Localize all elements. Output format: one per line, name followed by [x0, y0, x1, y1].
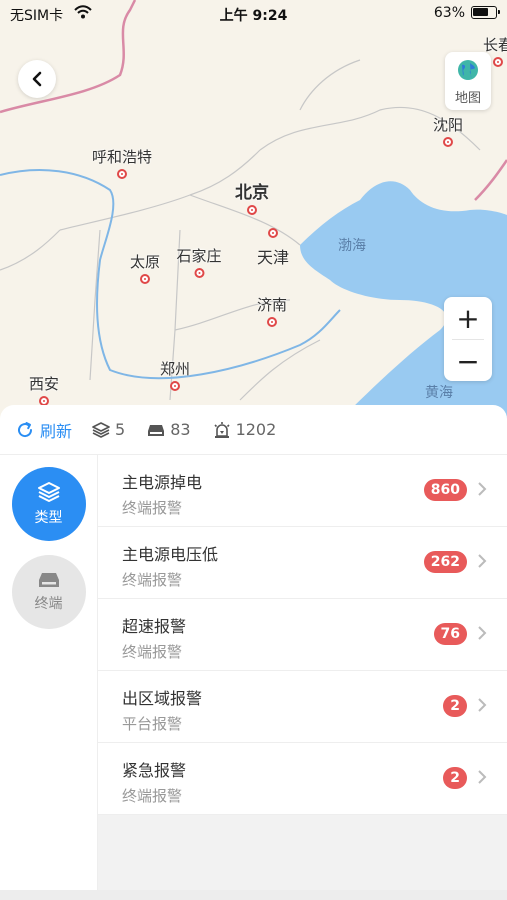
sea-label: 黄海	[425, 385, 453, 401]
city-name: 沈阳	[432, 116, 464, 134]
city-dot-icon	[193, 268, 204, 278]
city-name: 石家庄	[176, 247, 222, 265]
globe-icon	[458, 60, 478, 80]
clock: 上午 9:24	[219, 8, 288, 24]
zoom-in-button[interactable]: +	[444, 297, 492, 339]
count-badge: 2	[443, 767, 467, 789]
city-marker[interactable]: 济南	[257, 294, 287, 327]
chevron-right-icon	[478, 626, 487, 640]
tab-type-label: 类型	[34, 510, 63, 526]
city-marker[interactable]: 西安	[29, 373, 59, 406]
back-button[interactable]	[18, 60, 56, 98]
battery-percent: 63%	[433, 5, 465, 21]
layers-stat: 5	[92, 420, 125, 439]
city-name: 太原	[129, 253, 161, 271]
count-badge: 860	[423, 479, 467, 501]
city-dot-icon	[442, 137, 453, 147]
tab-terminal-label: 终端	[34, 596, 63, 612]
terminal-icon	[148, 424, 165, 436]
city-name: 长春	[482, 36, 507, 54]
city-name: 郑州	[159, 360, 191, 378]
list-item[interactable]: 紧急报警 终端报警 2	[98, 743, 507, 815]
city-marker[interactable]: 北京	[235, 178, 269, 215]
chevron-right-icon	[478, 554, 487, 568]
map-layer-label: 地图	[454, 91, 481, 106]
count-badge: 76	[433, 623, 467, 645]
city-dot-icon	[268, 228, 278, 238]
city-name: 北京	[235, 183, 269, 203]
list-item[interactable]: 主电源掉电 终端报警 860	[98, 455, 507, 527]
terminal-icon	[38, 573, 59, 587]
alarm-panel: 刷新 5 83 1202 类型 终端 主电源掉电 终端报警 860 主电源电压低…	[0, 405, 507, 900]
summary-toolbar: 刷新 5 83 1202	[0, 405, 507, 455]
layers-count: 5	[115, 420, 126, 439]
count-badge: 262	[423, 551, 467, 573]
city-marker[interactable]	[268, 226, 278, 238]
tab-type[interactable]: 类型	[11, 467, 86, 541]
chevron-left-icon	[32, 71, 42, 87]
chevron-right-icon	[478, 770, 487, 784]
city-marker[interactable]: 郑州	[160, 358, 190, 391]
terminals-count: 83	[170, 420, 191, 439]
chevron-right-icon	[478, 698, 487, 712]
city-dot-icon	[266, 317, 277, 327]
city-marker[interactable]: 沈阳	[433, 114, 463, 147]
refresh-label: 刷新	[40, 421, 73, 441]
chevron-right-icon	[478, 482, 487, 496]
status-bar: 无SIM卡 上午 9:24 63%	[0, 0, 507, 28]
zoom-out-button[interactable]: −	[444, 340, 492, 382]
refresh-button[interactable]: 刷新	[16, 418, 72, 442]
city-name: 西安	[28, 375, 60, 393]
list-item[interactable]: 超速报警 终端报警 76	[98, 599, 507, 671]
category-sidebar: 类型 终端	[0, 455, 98, 900]
city-dot-icon	[139, 274, 150, 284]
count-badge: 2	[443, 695, 467, 717]
zoom-control: + −	[444, 297, 492, 381]
city-name: 天津	[257, 248, 290, 267]
refresh-icon	[18, 421, 33, 437]
list-item[interactable]: 出区域报警 平台报警 2	[98, 671, 507, 743]
map-view[interactable]: 呼和浩特 北京 天津 太原 石家庄 济南 郑州 西安 沈阳 长春 渤海 黄海 无…	[0, 0, 507, 430]
city-marker[interactable]: 呼和浩特	[92, 146, 152, 179]
alarms-stat: 1202	[213, 420, 277, 439]
alarms-count: 1202	[235, 420, 277, 439]
sea-label: 渤海	[338, 238, 366, 254]
layers-icon	[37, 482, 60, 502]
layers-icon	[92, 421, 110, 438]
city-marker[interactable]: 石家庄	[176, 245, 222, 278]
terminals-stat: 83	[147, 420, 191, 439]
city-dot-icon	[247, 205, 257, 215]
home-indicator	[0, 890, 507, 900]
city-dot-icon	[492, 57, 503, 67]
alarm-siren-icon	[213, 421, 230, 438]
city-dot-icon	[116, 169, 127, 179]
alarm-type-list: 主电源掉电 终端报警 860 主电源电压低 终端报警 262 超速报警 终端报警…	[98, 455, 507, 900]
city-name: 济南	[256, 296, 288, 314]
city-name: 呼和浩特	[91, 148, 153, 166]
list-item[interactable]: 主电源电压低 终端报警 262	[98, 527, 507, 599]
battery-icon	[471, 6, 500, 19]
city-dot-icon	[169, 381, 180, 391]
map-layer-button[interactable]: 地图	[445, 52, 491, 110]
city-marker[interactable]: 太原	[130, 251, 160, 284]
tab-terminal[interactable]: 终端	[11, 555, 86, 629]
map-background	[0, 0, 507, 430]
